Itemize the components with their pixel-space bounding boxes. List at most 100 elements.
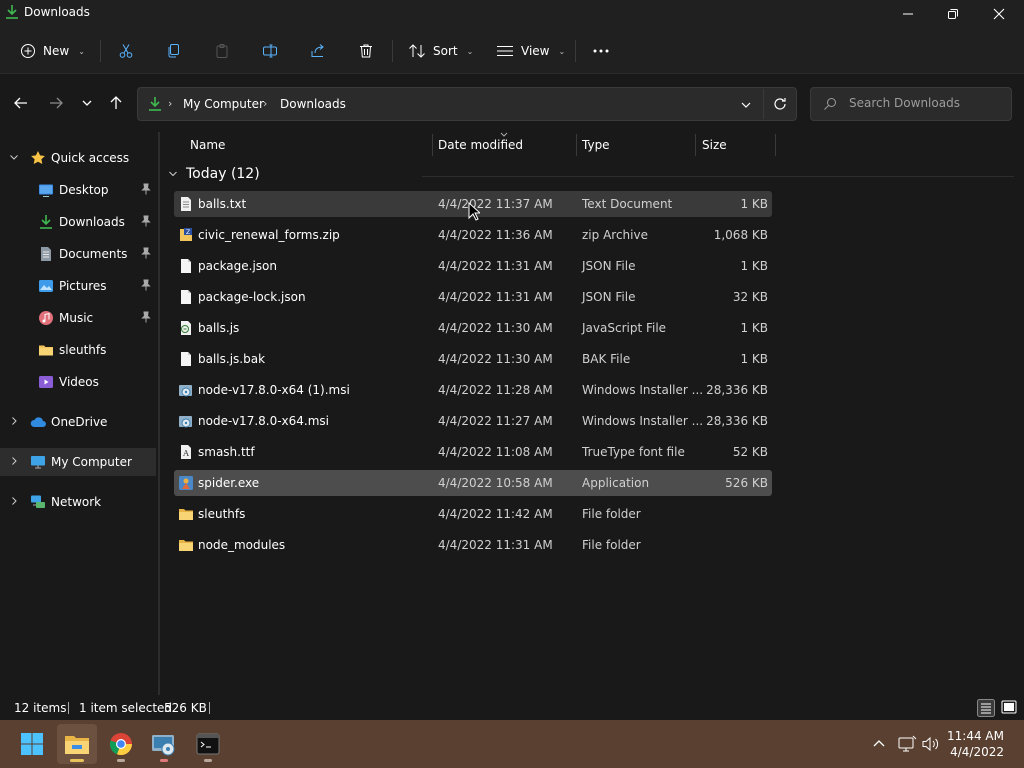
pin-icon[interactable] <box>141 247 151 259</box>
computer-icon <box>31 456 45 469</box>
sidebar-item-quick-access[interactable]: Quick access <box>0 144 156 172</box>
sidebar-item-music[interactable]: Music <box>0 304 156 332</box>
items-count: 12 items <box>14 701 67 715</box>
file-date: 4/4/2022 11:27 AM <box>438 414 553 428</box>
recent-locations-button[interactable] <box>75 92 99 114</box>
close-button[interactable] <box>976 0 1022 28</box>
download-icon <box>4 4 20 20</box>
restore-icon <box>948 9 958 19</box>
cut-button[interactable] <box>114 39 138 63</box>
pin-icon[interactable] <box>141 183 151 195</box>
file-size: 28,336 KB <box>706 383 768 397</box>
column-separator[interactable] <box>695 134 696 156</box>
column-separator[interactable] <box>775 134 776 156</box>
close-icon <box>993 8 1005 20</box>
search-box[interactable] <box>810 87 1012 121</box>
file-row[interactable]: package-lock.json 4/4/2022 11:31 AM JSON… <box>174 284 772 310</box>
sidebar-item-pictures[interactable]: Pictures <box>0 272 156 300</box>
file-name: balls.js.bak <box>198 352 266 366</box>
details-view-button[interactable] <box>977 699 995 717</box>
chrome-icon <box>109 733 133 756</box>
column-header-type[interactable]: Type <box>582 132 610 160</box>
pin-icon[interactable] <box>141 215 151 227</box>
file-row[interactable]: node_modules 4/4/2022 11:31 AM File fold… <box>174 532 772 558</box>
share-button[interactable] <box>306 39 330 63</box>
volume-icon[interactable] <box>921 734 941 754</box>
up-button[interactable] <box>104 92 128 114</box>
breadcrumb-downloads[interactable]: Downloads <box>280 97 346 111</box>
taskbar-terminal[interactable] <box>188 724 228 764</box>
address-bar[interactable]: › My Computer › Downloads <box>137 87 797 121</box>
file-size: 1 KB <box>740 197 768 211</box>
column-header-name[interactable]: Name <box>190 132 225 160</box>
search-input[interactable] <box>849 96 999 110</box>
file-row[interactable]: Z civic_renewal_forms.zip 4/4/2022 11:36… <box>174 222 772 248</box>
view-button[interactable]: View ⌄ <box>496 36 565 66</box>
file-type: Windows Installer ... <box>582 383 704 397</box>
file-row[interactable]: balls.js 4/4/2022 11:30 AM JavaScript Fi… <box>174 315 772 341</box>
command-bar: New ⌄ Sort ⌄ View ⌄ <box>0 28 1024 74</box>
group-header-today[interactable]: Today (12) <box>168 166 260 182</box>
taskbar-installer[interactable] <box>144 724 184 764</box>
file-row[interactable]: node-v17.8.0-x64 (1).msi 4/4/2022 11:28 … <box>174 377 772 403</box>
arrow-right-icon <box>50 97 63 109</box>
new-button-label: New <box>43 44 70 58</box>
file-row[interactable]: balls.js.bak 4/4/2022 11:30 AM BAK File … <box>174 346 772 372</box>
rename-button[interactable] <box>258 39 282 63</box>
search-icon <box>823 97 837 111</box>
more-options-button[interactable] <box>589 39 613 63</box>
taskbar-chrome[interactable] <box>101 724 141 764</box>
address-history-dropdown[interactable] <box>740 99 752 111</box>
network-status-icon[interactable] <box>897 734 917 754</box>
paste-icon <box>216 44 228 58</box>
sidebar-item-my-computer[interactable]: My Computer <box>0 448 156 476</box>
file-date: 4/4/2022 11:42 AM <box>438 507 553 521</box>
toolbar-separator <box>100 40 101 62</box>
minimize-button[interactable] <box>885 0 931 28</box>
chevron-down-icon[interactable] <box>9 152 19 162</box>
more-icon <box>593 49 609 53</box>
sidebar-item-videos[interactable]: Videos <box>0 368 156 396</box>
chevron-right-icon[interactable] <box>9 496 19 506</box>
file-row[interactable]: package.json 4/4/2022 11:31 AM JSON File… <box>174 253 772 279</box>
column-header-size[interactable]: Size <box>702 132 727 160</box>
refresh-button[interactable] <box>772 96 788 112</box>
system-clock[interactable]: 11:44 AM 4/4/2022 <box>947 728 1004 760</box>
sidebar-item-network[interactable]: Network <box>0 488 156 516</box>
file-row[interactable]: spider.exe 4/4/2022 10:58 AM Application… <box>174 470 772 496</box>
plus-circle-icon <box>21 44 35 58</box>
sidebar-item-downloads[interactable]: Downloads <box>0 208 156 236</box>
sidebar-item-onedrive[interactable]: OneDrive <box>0 408 156 436</box>
chevron-up-icon[interactable] <box>869 734 889 754</box>
start-button[interactable] <box>12 724 52 764</box>
column-separator[interactable] <box>576 134 577 156</box>
column-separator[interactable] <box>432 134 433 156</box>
pin-icon[interactable] <box>141 311 151 323</box>
sidebar-item-documents[interactable]: Documents <box>0 240 156 268</box>
file-row[interactable]: node-v17.8.0-x64.msi 4/4/2022 11:27 AM W… <box>174 408 772 434</box>
tiles-view-button[interactable] <box>1000 699 1018 717</box>
file-type: BAK File <box>582 352 631 366</box>
file-row[interactable]: A smash.ttf 4/4/2022 11:08 AM TrueType f… <box>174 439 772 465</box>
pin-icon[interactable] <box>141 279 151 291</box>
file-row[interactable]: sleuthfs 4/4/2022 11:42 AM File folder <box>174 501 772 527</box>
sidebar-item-desktop[interactable]: Desktop <box>0 176 156 204</box>
new-button[interactable]: New ⌄ <box>20 36 85 66</box>
copy-button[interactable] <box>162 39 186 63</box>
chevron-right-icon[interactable] <box>9 456 19 466</box>
taskbar-file-explorer[interactable] <box>57 724 97 764</box>
back-button[interactable] <box>9 92 33 114</box>
column-header-date[interactable]: Date modified <box>438 132 523 160</box>
navigation-pane: Quick access Desktop Downloads Documents… <box>0 132 158 695</box>
delete-button[interactable] <box>354 39 378 63</box>
paste-button[interactable] <box>210 39 234 63</box>
chevron-right-icon[interactable] <box>9 416 19 426</box>
file-type: TrueType font file <box>582 445 685 459</box>
installer-file-icon <box>179 416 192 428</box>
restore-button[interactable] <box>930 0 976 28</box>
sort-button[interactable]: Sort ⌄ <box>408 36 473 66</box>
sidebar-item-sleuthfs[interactable]: sleuthfs <box>0 336 156 364</box>
breadcrumb-my-computer[interactable]: My Computer <box>183 97 264 111</box>
forward-button[interactable] <box>44 92 68 114</box>
file-name: balls.txt <box>198 197 247 211</box>
